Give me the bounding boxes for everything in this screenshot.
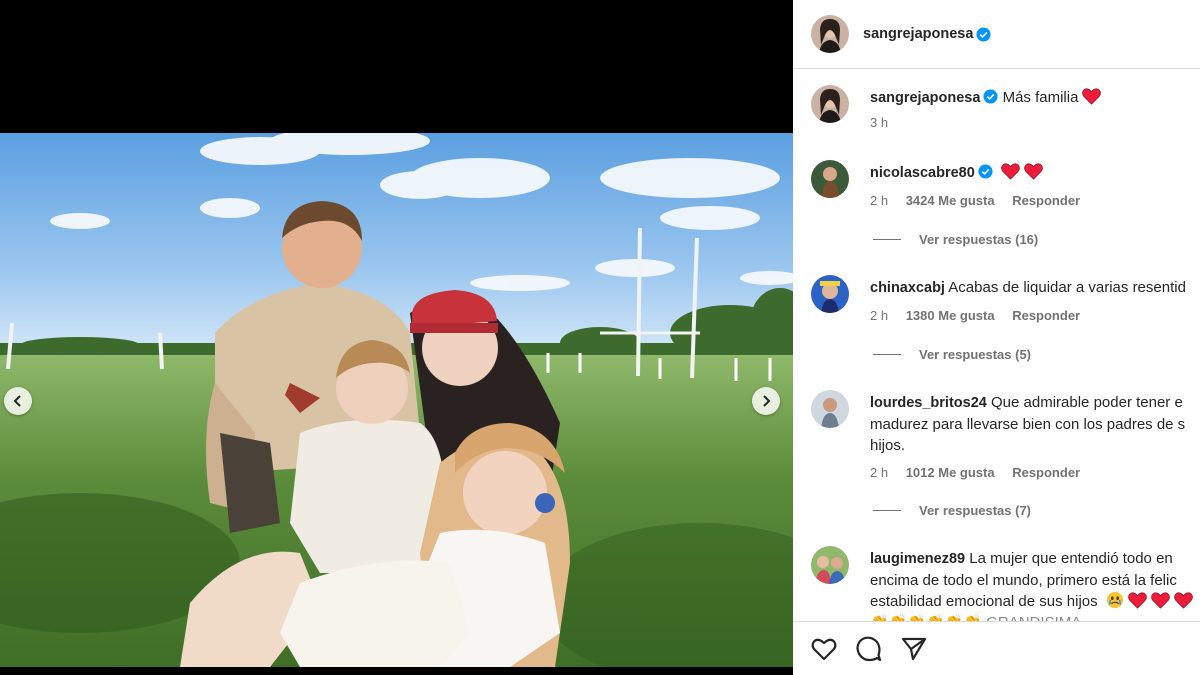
comment-text-line-2: encima de todo el mundo, primero está la… bbox=[870, 572, 1177, 589]
comment-text-line-2: madurez para llevarse bien con los padre… bbox=[870, 416, 1186, 433]
comment-text-line-3: estabilidad emocional de sus hijos bbox=[870, 593, 1098, 610]
reply-button[interactable]: Responder bbox=[1012, 193, 1080, 208]
comment-likes[interactable]: 1012 Me gusta bbox=[906, 465, 995, 480]
replies-divider bbox=[873, 239, 901, 240]
verified-badge-icon bbox=[983, 89, 998, 104]
comment-text-line-1: La mujer que entendió todo en bbox=[969, 550, 1173, 567]
view-replies-label: Ver respuestas (16) bbox=[919, 232, 1039, 247]
commenter-avatar[interactable] bbox=[811, 390, 849, 428]
commenter-avatar[interactable] bbox=[811, 160, 849, 198]
red-heart-icon bbox=[1024, 163, 1043, 180]
commenter-username[interactable]: lourdes_britos24 bbox=[870, 395, 987, 411]
tears-face-icon bbox=[1106, 591, 1123, 609]
author-avatar[interactable] bbox=[811, 85, 849, 123]
comment-likes[interactable]: 3424 Me gusta bbox=[906, 193, 995, 208]
view-replies-button[interactable]: Ver respuestas (5) bbox=[873, 347, 1031, 362]
author-username[interactable]: sangrejaponesa bbox=[863, 26, 973, 42]
commenter-avatar[interactable] bbox=[811, 546, 849, 584]
author-avatar[interactable] bbox=[811, 15, 849, 53]
comment-text: Acabas de liquidar a varias resentid bbox=[948, 279, 1186, 296]
comment-bubble-icon bbox=[856, 636, 882, 661]
red-heart-icon bbox=[1173, 592, 1193, 609]
caption-text: Más familia bbox=[1002, 89, 1079, 106]
comment-text-line-4: 👏👏👏👏👏👏 GRANDISIMA bbox=[870, 612, 1200, 621]
next-image-button[interactable] bbox=[752, 387, 780, 415]
red-heart-icon bbox=[1001, 163, 1020, 180]
send-icon bbox=[901, 637, 927, 660]
commenter-username[interactable]: chinaxcabj bbox=[870, 280, 945, 296]
chevron-left-icon bbox=[13, 395, 21, 407]
verified-badge-icon bbox=[978, 164, 993, 179]
commenter-username[interactable]: laugimenez89 bbox=[870, 551, 965, 567]
reply-button[interactable]: Responder bbox=[1012, 465, 1080, 480]
post-header: sangrejaponesa bbox=[793, 0, 1200, 69]
share-button[interactable] bbox=[901, 637, 927, 661]
red-heart-icon bbox=[1127, 592, 1147, 609]
replies-divider bbox=[873, 510, 901, 511]
comment-likes[interactable]: 1380 Me gusta bbox=[906, 308, 995, 323]
post-actions-bar bbox=[793, 621, 1200, 675]
family-photo bbox=[0, 133, 793, 667]
view-replies-label: Ver respuestas (7) bbox=[919, 503, 1032, 518]
commenter-avatar[interactable] bbox=[811, 275, 849, 313]
comment-text-line-1: Que admirable poder tener e bbox=[991, 394, 1183, 411]
like-button[interactable] bbox=[811, 637, 837, 661]
verified-badge-icon bbox=[976, 26, 991, 42]
comment-time: 2 h bbox=[870, 308, 889, 323]
view-replies-label: Ver respuestas (5) bbox=[919, 347, 1032, 362]
caption-username[interactable]: sangrejaponesa bbox=[870, 90, 980, 106]
comments-list: sangrejaponesa Más familia 3 h nicolasca… bbox=[793, 69, 1200, 621]
comment-button[interactable] bbox=[856, 636, 882, 662]
view-replies-button[interactable]: Ver respuestas (16) bbox=[873, 232, 1038, 247]
comment-time: 2 h bbox=[870, 465, 889, 480]
reply-button[interactable]: Responder bbox=[1012, 308, 1080, 323]
replies-divider bbox=[873, 354, 901, 355]
comment-time: 2 h bbox=[870, 193, 889, 208]
commenter-username[interactable]: nicolascabre80 bbox=[870, 165, 975, 181]
caption-time: 3 h bbox=[870, 115, 889, 130]
heart-outline-icon bbox=[811, 638, 837, 660]
view-replies-button[interactable]: Ver respuestas (7) bbox=[873, 503, 1031, 518]
post-panel: sangrejaponesa sangrejaponesa Más famili… bbox=[793, 0, 1200, 675]
post-media bbox=[0, 0, 793, 675]
red-heart-icon bbox=[1082, 88, 1102, 105]
red-heart-icon bbox=[1150, 592, 1170, 609]
chevron-right-icon bbox=[763, 395, 771, 407]
previous-image-button[interactable] bbox=[4, 387, 32, 415]
comment-text-line-3: hijos. bbox=[870, 437, 906, 454]
